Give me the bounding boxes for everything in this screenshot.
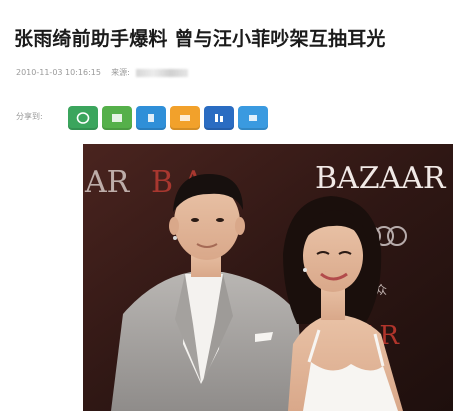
more-icon bbox=[249, 115, 257, 121]
share-more-button[interactable] bbox=[238, 106, 268, 130]
wechat-icon bbox=[76, 112, 90, 124]
share-moments-button[interactable] bbox=[102, 106, 132, 130]
article-meta: 2010-11-03 10:16:15 来源: bbox=[16, 67, 189, 78]
red-carpet-photo: AR B A BAZAAR AZAAR 大众 bbox=[83, 144, 453, 411]
article-title: 张雨绮前助手爆料 曾与汪小菲吵架互抽耳光 bbox=[14, 28, 386, 50]
share-label: 分享到: bbox=[16, 112, 43, 121]
moments-icon bbox=[112, 114, 122, 122]
article-source-label: 来源: bbox=[111, 68, 130, 77]
share-weibo-button[interactable] bbox=[170, 106, 200, 130]
share-wechat-button[interactable] bbox=[68, 106, 98, 130]
backdrop-text-ar: AR bbox=[84, 165, 131, 200]
article-timestamp: 2010-11-03 10:16:15 bbox=[16, 68, 101, 77]
backdrop-text-bazaar: BAZAAR bbox=[315, 161, 447, 196]
article-source-blurred bbox=[136, 68, 189, 77]
share-renren-button[interactable] bbox=[204, 106, 234, 130]
weibo-icon bbox=[180, 115, 190, 121]
qzone-icon bbox=[148, 114, 154, 122]
article-photo: AR B A BAZAAR AZAAR 大众 bbox=[83, 144, 453, 411]
renren-icon bbox=[215, 114, 223, 122]
share-qzone-button[interactable] bbox=[136, 106, 166, 130]
